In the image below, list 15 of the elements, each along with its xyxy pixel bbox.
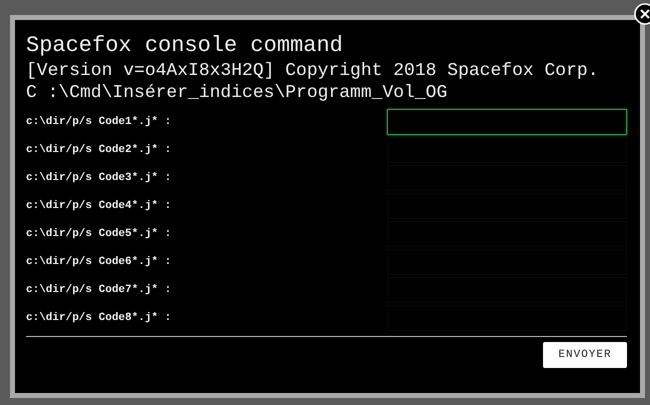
path-line: C :\Cmd\Insérer_indices\Programm_Vol_OG <box>26 82 448 104</box>
send-button[interactable]: ENVOYER <box>543 342 627 368</box>
field-label: c:\dir/p/s Code7*.j* : <box>26 284 172 296</box>
field-label: c:\dir/p/s Code3*.j* : <box>26 172 172 184</box>
console-title: Spacefox console command <box>26 32 344 60</box>
field-label: c:\dir/p/s Code6*.j* : <box>26 256 172 268</box>
field-label: c:\dir/p/s Code5*.j* : <box>26 228 172 240</box>
field-label: c:\dir/p/s Code2*.j* : <box>26 144 172 156</box>
field-label: c:\dir/p/s Code1*.j* : <box>26 116 172 128</box>
version-line: [Version v=o4AxI8x3H2Q] Copyright 2018 Spacefox Corp. <box>26 60 600 82</box>
field-label: c:\dir/p/s Code4*.j* : <box>26 200 172 212</box>
input-field[interactable] <box>387 109 627 135</box>
input-field[interactable] <box>387 137 627 163</box>
field-label: c:\dir/p/s Code8*.j* : <box>26 312 172 324</box>
close-icon[interactable] <box>634 3 650 25</box>
